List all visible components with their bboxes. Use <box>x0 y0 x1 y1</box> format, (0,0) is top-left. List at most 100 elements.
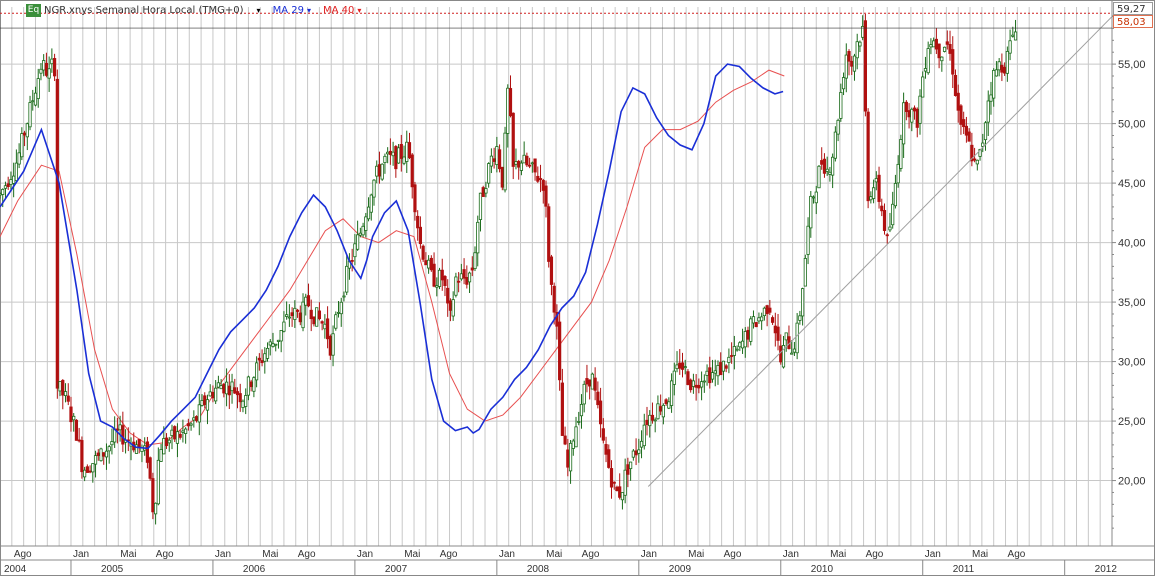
x-month-label: Ago <box>724 549 742 560</box>
candle-body <box>413 184 417 213</box>
legend-ma40[interactable]: MA 40 ▾ <box>323 5 361 16</box>
candle-body <box>58 380 62 392</box>
candle-body <box>585 378 589 385</box>
candle-body <box>749 318 753 342</box>
candle-body <box>558 321 562 381</box>
candle-body <box>118 424 122 431</box>
x-month-label: Ago <box>866 549 884 560</box>
ma40-caret-icon[interactable]: ▾ <box>357 6 361 15</box>
candle-body <box>795 322 799 354</box>
candle-body <box>604 444 608 455</box>
candle-body <box>508 88 513 117</box>
candle-body <box>271 343 275 348</box>
candle-body <box>244 395 248 407</box>
candle-body <box>12 175 16 184</box>
dropdown-caret-icon[interactable]: ▾ <box>257 6 261 15</box>
candle-body <box>975 159 979 165</box>
candle-body <box>615 486 619 491</box>
candle-body <box>571 440 575 449</box>
x-year-label: 2005 <box>101 564 124 575</box>
candle-body <box>154 502 158 515</box>
candle-body <box>637 449 641 454</box>
price-chart[interactable]: 20,00 25,00 30,00 35,00 40,00 45,00 50,00 55,00… <box>0 0 1155 576</box>
candle-body <box>263 353 267 362</box>
candle-body <box>63 391 68 397</box>
candle-body <box>159 449 163 462</box>
candle-body <box>568 442 573 472</box>
candle-body <box>42 60 46 71</box>
candle-body <box>552 285 556 313</box>
candle-body <box>631 450 635 458</box>
candle-body <box>541 180 545 191</box>
candle-body <box>852 55 857 72</box>
candle-body <box>921 76 925 98</box>
candle-body <box>290 312 294 317</box>
candle-body <box>55 78 59 389</box>
candle-body <box>399 144 403 159</box>
candle-body <box>757 317 761 322</box>
legend-ma29[interactable]: MA 29 ▾ <box>273 5 311 16</box>
candle-body <box>937 43 941 59</box>
candle-body <box>481 187 485 197</box>
candle-body <box>473 252 477 269</box>
candle-body <box>811 196 816 199</box>
candle-body <box>279 330 283 342</box>
candle-body <box>1 188 5 195</box>
candle-body <box>156 459 160 505</box>
candle-body <box>825 168 829 172</box>
candle-body <box>386 151 390 155</box>
candle-body <box>208 391 212 397</box>
candle-body <box>981 142 985 147</box>
candle-body <box>623 469 627 496</box>
candle-body <box>798 315 802 321</box>
candle-body <box>719 362 723 376</box>
x-year-label: 2009 <box>669 564 692 575</box>
candle-body <box>241 400 245 408</box>
candle-body <box>268 341 272 346</box>
candle-body <box>934 38 938 50</box>
candle-body <box>629 461 633 470</box>
x-month-label: Mai <box>404 549 420 560</box>
ma29-caret-icon[interactable]: ▾ <box>307 6 311 15</box>
candle-body <box>47 68 51 79</box>
candle-body <box>424 260 428 266</box>
candle-body <box>675 364 679 370</box>
candle-body <box>478 192 483 220</box>
candle-body <box>989 94 993 102</box>
candle-body <box>1013 31 1018 41</box>
candle-body <box>1011 34 1015 37</box>
candle-body <box>945 41 949 45</box>
candle-body <box>566 449 570 468</box>
candle-body <box>377 164 382 177</box>
candle-body <box>547 206 551 262</box>
candle-body <box>334 314 338 329</box>
candle-body <box>495 146 499 166</box>
candle-body <box>345 265 349 293</box>
x-month-label: Ago <box>582 549 600 560</box>
candle-body <box>888 226 892 231</box>
candle-body <box>997 61 1001 71</box>
x-year-label: 2012 <box>1095 564 1118 575</box>
candle-body <box>421 245 425 260</box>
candle-body <box>364 216 368 231</box>
candle-body <box>574 426 578 448</box>
candle-body <box>227 385 231 396</box>
candle-body <box>683 366 687 369</box>
candle-body <box>265 347 270 359</box>
candle-body <box>579 403 584 417</box>
y-tick-label: 20,00 <box>1118 476 1146 488</box>
y-tick-label: 30,00 <box>1118 357 1146 369</box>
candle-body <box>784 332 788 341</box>
candle-body <box>871 187 876 199</box>
candle-body <box>396 147 401 164</box>
candle-body <box>678 362 682 369</box>
candle-body <box>427 259 431 269</box>
candle-body <box>1005 51 1009 74</box>
candle-body <box>912 107 917 112</box>
candle-body <box>609 468 614 488</box>
candle-body <box>620 492 625 501</box>
candle-body <box>252 377 256 392</box>
candle-body <box>601 428 605 441</box>
candle-body <box>809 195 813 229</box>
candle-body <box>743 331 747 348</box>
